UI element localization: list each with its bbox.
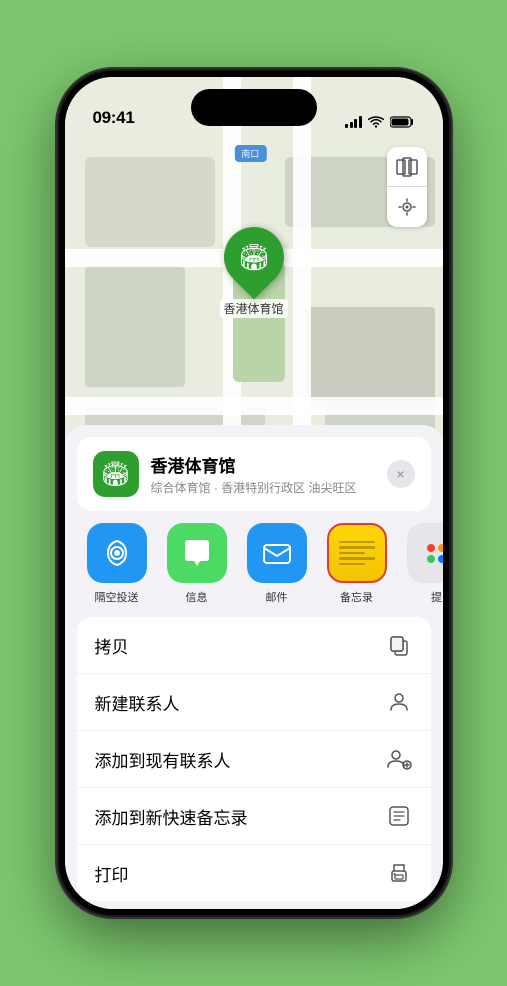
- airdrop-icon-wrap: [87, 523, 147, 583]
- action-print[interactable]: 打印: [77, 845, 431, 901]
- copy-label: 拷贝: [95, 633, 129, 658]
- new-contact-icon: [385, 688, 413, 716]
- pin-label: 香港体育馆: [219, 299, 287, 318]
- venue-icon: 🏟: [93, 451, 139, 497]
- share-mail[interactable]: 邮件: [241, 523, 313, 605]
- share-airdrop[interactable]: 隔空投送: [81, 523, 153, 605]
- add-notes-label: 添加到新快速备忘录: [95, 804, 248, 829]
- location-button[interactable]: [387, 187, 427, 227]
- signal-icon: [345, 116, 362, 128]
- share-notes[interactable]: 备忘录: [321, 523, 393, 605]
- mail-icon: [260, 536, 294, 570]
- action-copy[interactable]: 拷贝: [77, 617, 431, 674]
- notes-icon-wrap: [327, 523, 387, 583]
- map-pin: 🏟 香港体育馆: [219, 227, 287, 318]
- share-messages[interactable]: 信息: [161, 523, 233, 605]
- bottom-sheet: 🏟 香港体育馆 综合体育馆 · 香港特别行政区 油尖旺区 ×: [65, 425, 443, 909]
- status-time: 09:41: [93, 108, 135, 128]
- more-dots: [427, 544, 443, 563]
- action-list: 拷贝 新建联系人: [77, 617, 431, 901]
- map-type-icon: [396, 156, 418, 178]
- notes-label: 备忘录: [340, 589, 373, 605]
- phone-screen: 09:41: [65, 77, 443, 909]
- map-label: 南口: [234, 145, 266, 162]
- print-icon: [385, 859, 413, 887]
- airdrop-label: 隔空投送: [95, 589, 139, 605]
- battery-icon: [390, 116, 415, 128]
- venue-name: 香港体育馆: [151, 452, 375, 477]
- notes-lines-decoration: [329, 533, 385, 574]
- print-label: 打印: [95, 861, 129, 886]
- new-contact-label: 新建联系人: [95, 690, 180, 715]
- copy-icon: [385, 631, 413, 659]
- location-icon: [397, 197, 417, 217]
- map-type-button[interactable]: [387, 147, 427, 187]
- mail-label: 邮件: [266, 589, 288, 605]
- add-notes-icon: [385, 802, 413, 830]
- messages-label: 信息: [186, 589, 208, 605]
- share-row: 隔空投送 信息: [65, 519, 443, 617]
- add-existing-icon: [385, 745, 413, 773]
- dynamic-island: [191, 89, 317, 126]
- more-label: 提: [431, 589, 442, 605]
- close-button[interactable]: ×: [387, 460, 415, 488]
- messages-icon: [180, 536, 214, 570]
- messages-icon-wrap: [167, 523, 227, 583]
- action-new-contact[interactable]: 新建联系人: [77, 674, 431, 731]
- location-card: 🏟 香港体育馆 综合体育馆 · 香港特别行政区 油尖旺区 ×: [77, 437, 431, 511]
- share-more[interactable]: 提: [401, 523, 443, 605]
- phone-frame: 09:41: [59, 71, 449, 915]
- wifi-icon: [368, 116, 384, 128]
- status-icons: [345, 116, 415, 128]
- venue-subtitle: 综合体育馆 · 香港特别行政区 油尖旺区: [151, 479, 375, 496]
- more-icon-wrap: [407, 523, 443, 583]
- mail-icon-wrap: [247, 523, 307, 583]
- action-add-existing[interactable]: 添加到现有联系人: [77, 731, 431, 788]
- airdrop-icon: [100, 536, 134, 570]
- map-controls: [387, 147, 427, 227]
- pin-stadium-icon: 🏟: [237, 242, 270, 273]
- pin-circle: 🏟: [211, 215, 296, 300]
- action-add-notes[interactable]: 添加到新快速备忘录: [77, 788, 431, 845]
- add-existing-label: 添加到现有联系人: [95, 747, 231, 772]
- location-info: 香港体育馆 综合体育馆 · 香港特别行政区 油尖旺区: [151, 452, 375, 496]
